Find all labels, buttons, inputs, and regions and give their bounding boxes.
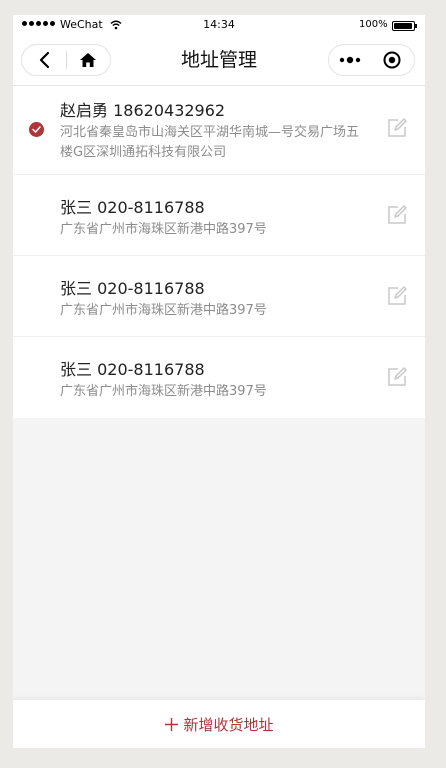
home-button[interactable] bbox=[66, 45, 110, 75]
edit-icon bbox=[388, 205, 407, 224]
battery-icon bbox=[392, 21, 417, 31]
contact-line: 赵启勇 18620432962 bbox=[60, 97, 225, 121]
address-item[interactable]: 张三 020-8116788 广东省广州市海珠区新港中路397号 bbox=[13, 337, 425, 418]
contact-line: 张三 020-8116788 bbox=[60, 356, 205, 380]
more-button[interactable] bbox=[329, 45, 371, 75]
edit-address-button[interactable] bbox=[387, 286, 407, 306]
edit-icon bbox=[388, 367, 407, 386]
home-icon bbox=[80, 53, 97, 67]
close-miniprogram-button[interactable] bbox=[371, 45, 413, 75]
contact-phone: 020-8116788 bbox=[97, 279, 205, 298]
add-address-label: 新增收货地址 bbox=[183, 715, 274, 734]
address-item[interactable]: 张三 020-8116788 广东省广州市海珠区新港中路397号 bbox=[13, 175, 425, 256]
address-item[interactable]: 张三 020-8116788 广东省广州市海珠区新港中路397号 bbox=[13, 256, 425, 337]
contact-name: 张三 bbox=[60, 360, 93, 379]
navigation-bar: 地址管理 bbox=[13, 36, 425, 86]
contact-phone: 020-8116788 bbox=[97, 360, 205, 379]
address-text: 广东省广州市海珠区新港中路397号 bbox=[60, 384, 267, 399]
contact-line: 张三 020-8116788 bbox=[60, 194, 205, 218]
target-icon bbox=[383, 51, 401, 69]
nav-capsule-right bbox=[328, 44, 415, 76]
status-bar: WeChat 14:34 100% bbox=[13, 15, 425, 36]
edit-icon bbox=[388, 118, 407, 137]
contact-line: 张三 020-8116788 bbox=[60, 275, 205, 299]
phone-screen: WeChat 14:34 100% 地址管理 赵启勇 18620432962 河… bbox=[13, 15, 425, 748]
contact-phone: 020-8116788 bbox=[97, 198, 205, 217]
address-text: 广东省广州市海珠区新港中路397号 bbox=[60, 303, 267, 318]
edit-address-button[interactable] bbox=[387, 205, 407, 225]
contact-name: 赵启勇 bbox=[60, 101, 109, 120]
contact-name: 张三 bbox=[60, 198, 93, 217]
plus-icon bbox=[164, 717, 179, 732]
contact-name: 张三 bbox=[60, 279, 93, 298]
selected-check-icon[interactable] bbox=[29, 122, 44, 137]
contact-phone: 18620432962 bbox=[113, 101, 226, 120]
battery-percent: 100% bbox=[359, 19, 388, 30]
edit-address-button[interactable] bbox=[387, 118, 407, 138]
add-address-button[interactable]: 新增收货地址 bbox=[13, 700, 425, 748]
edit-icon bbox=[388, 286, 407, 305]
chevron-left-icon bbox=[39, 51, 49, 69]
address-text: 广东省广州市海珠区新港中路397号 bbox=[60, 222, 267, 237]
address-list: 赵启勇 18620432962 河北省秦皇岛市山海关区平湖华南城—号交易广场五楼… bbox=[13, 86, 425, 418]
address-item[interactable]: 赵启勇 18620432962 河北省秦皇岛市山海关区平湖华南城—号交易广场五楼… bbox=[13, 86, 425, 175]
back-button[interactable] bbox=[22, 45, 66, 75]
edit-address-button[interactable] bbox=[387, 367, 407, 387]
nav-capsule-left bbox=[21, 44, 111, 76]
more-icon bbox=[339, 56, 361, 64]
address-text: 河北省秦皇岛市山海关区平湖华南城—号交易广场五楼G区深圳通拓科技有限公司 bbox=[60, 125, 360, 160]
